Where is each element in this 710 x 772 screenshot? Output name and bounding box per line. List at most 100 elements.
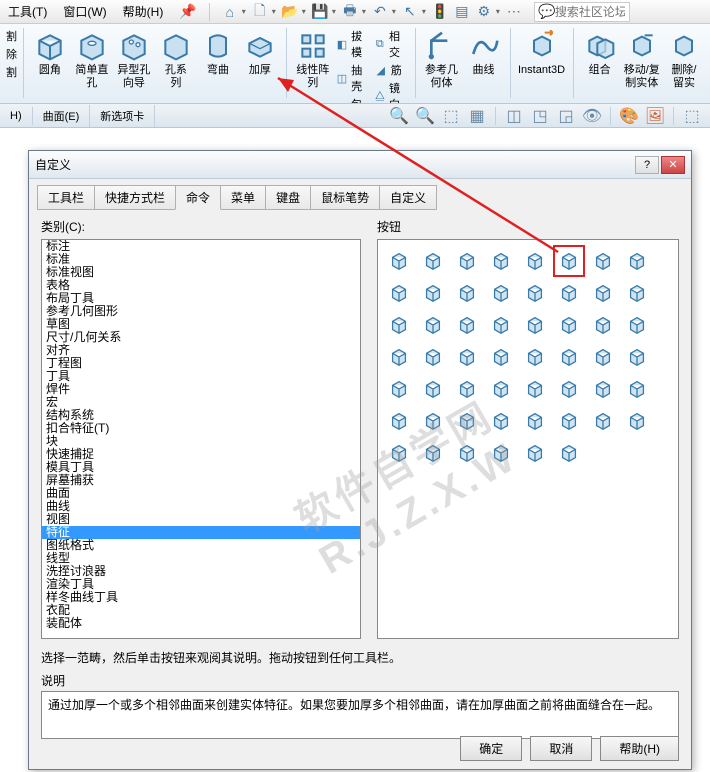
search-input[interactable]: [555, 5, 625, 19]
grid-icon-16[interactable]: [386, 312, 412, 338]
grid-icon-11[interactable]: [488, 280, 514, 306]
dialog-tab-5[interactable]: 鼠标笔势: [310, 185, 380, 210]
vtb-scene-icon[interactable]: 🖼: [645, 106, 665, 126]
rib-button[interactable]: ◢筋: [373, 62, 409, 78]
grid-icon-8[interactable]: [386, 280, 412, 306]
grid-icon-19[interactable]: [488, 312, 514, 338]
grid-icon-27[interactable]: [488, 344, 514, 370]
grid-icon-24[interactable]: [386, 344, 412, 370]
grid-icon-32[interactable]: [386, 376, 412, 402]
vtb-views-icon[interactable]: ▦: [467, 106, 487, 126]
grid-icon-53[interactable]: [556, 440, 582, 466]
grid-icon-46[interactable]: [590, 408, 616, 434]
draft-button[interactable]: ◧拔模: [335, 28, 371, 60]
more-icon[interactable]: ⋯: [506, 4, 522, 20]
grid-icon-34[interactable]: [454, 376, 480, 402]
category-item[interactable]: 屏墓捕获: [42, 474, 360, 487]
simple-hole-button[interactable]: 简单直 孔: [72, 28, 112, 92]
menu-window[interactable]: 窗口(W): [59, 1, 110, 22]
hole-wizard-button[interactable]: 异型孔 向导: [114, 28, 154, 92]
grid-icon-4[interactable]: [522, 248, 548, 274]
mirror-button[interactable]: ⧋镜向: [373, 80, 409, 104]
grid-icon-43[interactable]: [488, 408, 514, 434]
grid-icon-42[interactable]: [454, 408, 480, 434]
select-icon[interactable]: ↖: [402, 4, 418, 20]
grid-icon-30[interactable]: [590, 344, 616, 370]
ui1-icon[interactable]: 🚦: [432, 4, 448, 20]
grid-icon-29[interactable]: [556, 344, 582, 370]
vtb-appear-icon[interactable]: 🎨: [619, 106, 639, 126]
open-icon[interactable]: 📂: [282, 4, 298, 20]
category-item[interactable]: 曲面: [42, 487, 360, 500]
fillet-button[interactable]: 圆角: [30, 28, 70, 79]
grid-icon-5[interactable]: [556, 248, 582, 274]
grid-icon-47[interactable]: [624, 408, 650, 434]
cancel-button[interactable]: 取消: [530, 736, 592, 761]
vtb-misc-icon[interactable]: ⬚: [682, 106, 702, 126]
help-window-button[interactable]: ?: [635, 156, 659, 174]
ok-button[interactable]: 确定: [460, 736, 522, 761]
category-item[interactable]: 衣配: [42, 604, 360, 617]
vtb-section-icon[interactable]: ⬚: [441, 106, 461, 126]
search-box[interactable]: 💬: [534, 2, 630, 22]
grid-icon-37[interactable]: [556, 376, 582, 402]
grid-icon-2[interactable]: [454, 248, 480, 274]
grid-icon-1[interactable]: [420, 248, 446, 274]
dialog-tab-1[interactable]: 快捷方式栏: [94, 185, 176, 210]
category-item[interactable]: 丁具: [42, 370, 360, 383]
grid-icon-26[interactable]: [454, 344, 480, 370]
grid-icon-14[interactable]: [590, 280, 616, 306]
menu-help[interactable]: 帮助(H): [119, 1, 168, 22]
grid-icon-49[interactable]: [420, 440, 446, 466]
dialog-tab-0[interactable]: 工具栏: [37, 185, 95, 210]
vtb-hide-icon[interactable]: 👁: [582, 106, 602, 126]
ref-geom-button[interactable]: 参考几 何体: [422, 28, 462, 92]
tab-h[interactable]: H): [0, 107, 33, 125]
linear-pattern-button[interactable]: 线性阵 列: [293, 28, 333, 92]
category-item[interactable]: 丁程图: [42, 357, 360, 370]
grid-icon-35[interactable]: [488, 376, 514, 402]
ui2-icon[interactable]: ▤: [454, 4, 470, 20]
grid-icon-25[interactable]: [420, 344, 446, 370]
category-item[interactable]: 对齐: [42, 344, 360, 357]
remove-left[interactable]: 除: [6, 46, 17, 62]
grid-icon-44[interactable]: [522, 408, 548, 434]
grid-icon-40[interactable]: [386, 408, 412, 434]
home-icon[interactable]: ⌂: [222, 4, 238, 20]
pin-icon[interactable]: 📌: [179, 3, 196, 20]
category-item[interactable]: 尺寸/几何关系: [42, 331, 360, 344]
menu-tools[interactable]: 工具(T): [4, 1, 51, 22]
delete-keep-button[interactable]: 删除/ 留实: [664, 28, 704, 92]
category-item[interactable]: 参考几何图形: [42, 305, 360, 318]
instant3d-button[interactable]: Instant3D: [516, 28, 566, 79]
category-item[interactable]: 标注: [42, 240, 360, 253]
grid-icon-10[interactable]: [454, 280, 480, 306]
category-item[interactable]: 样冬曲线丁具: [42, 591, 360, 604]
grid-icon-0[interactable]: [386, 248, 412, 274]
category-item[interactable]: 视图: [42, 513, 360, 526]
thicken-button[interactable]: 加厚: [240, 28, 280, 79]
category-item[interactable]: 标准视图: [42, 266, 360, 279]
category-item[interactable]: 焊件: [42, 383, 360, 396]
grid-icon-20[interactable]: [522, 312, 548, 338]
grid-icon-6[interactable]: [590, 248, 616, 274]
dialog-tab-4[interactable]: 键盘: [265, 185, 311, 210]
close-window-button[interactable]: ✕: [661, 156, 685, 174]
grid-icon-12[interactable]: [522, 280, 548, 306]
grid-icon-7[interactable]: [624, 248, 650, 274]
category-item[interactable]: 曲线: [42, 500, 360, 513]
grid-icon-50[interactable]: [454, 440, 480, 466]
new-icon[interactable]: 🗋: [252, 4, 268, 20]
grid-icon-28[interactable]: [522, 344, 548, 370]
bend-button[interactable]: 弯曲: [198, 28, 238, 79]
grid-icon-45[interactable]: [556, 408, 582, 434]
grid-icon-41[interactable]: [420, 408, 446, 434]
settings-icon[interactable]: ⚙: [476, 4, 492, 20]
save-icon[interactable]: 💾: [312, 4, 328, 20]
grid-icon-22[interactable]: [590, 312, 616, 338]
category-listbox[interactable]: 标注标准标准视图表格布局丁具参考几何图形草图尺寸/几何关系对齐丁程图丁具焊件宏结…: [41, 239, 361, 639]
grid-icon-13[interactable]: [556, 280, 582, 306]
dialog-tab-6[interactable]: 自定义: [379, 185, 437, 210]
grid-icon-48[interactable]: [386, 440, 412, 466]
intersect-button[interactable]: ⧉相交: [373, 28, 409, 60]
